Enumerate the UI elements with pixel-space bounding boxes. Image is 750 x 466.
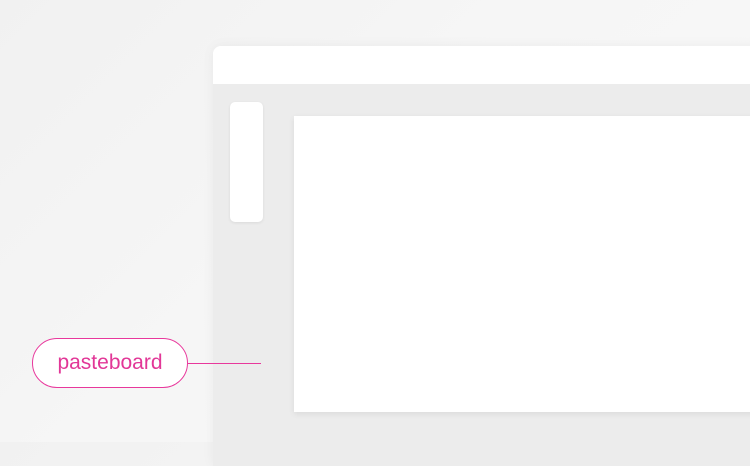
canvas[interactable]	[294, 116, 750, 412]
app-header	[213, 46, 750, 84]
callout-leader-line	[188, 363, 261, 364]
app-window	[213, 46, 750, 466]
toolbar-panel	[230, 102, 263, 222]
pasteboard-callout-label: pasteboard	[32, 338, 188, 388]
